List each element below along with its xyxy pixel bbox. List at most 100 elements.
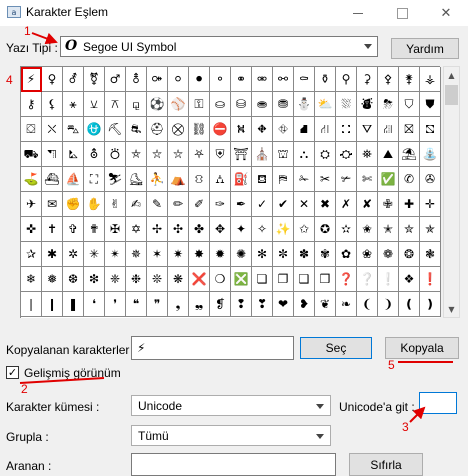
character-cell[interactable]: ❌: [189, 267, 210, 292]
character-cell[interactable]: ❂: [399, 242, 420, 267]
character-cell[interactable]: ❩: [378, 292, 399, 317]
character-cell[interactable]: ✴: [105, 242, 126, 267]
character-cell[interactable]: ⛅: [315, 92, 336, 117]
character-cell[interactable]: ❚: [63, 292, 84, 317]
character-cell[interactable]: ✦: [231, 217, 252, 242]
character-cell[interactable]: ✡: [126, 217, 147, 242]
character-cell[interactable]: ⚼: [126, 92, 147, 117]
character-cell[interactable]: ⛌: [42, 117, 63, 142]
character-cell[interactable]: ⛓: [189, 117, 210, 142]
close-button[interactable]: ✕: [424, 0, 468, 26]
character-cell[interactable]: ✌: [105, 192, 126, 217]
character-cell[interactable]: ✰: [21, 242, 42, 267]
character-cell[interactable]: ✐: [189, 192, 210, 217]
character-cell[interactable]: ⚺: [84, 92, 105, 117]
character-cell[interactable]: ✒: [231, 192, 252, 217]
character-cell[interactable]: ✥: [210, 217, 231, 242]
character-cell[interactable]: ⛴: [42, 167, 63, 192]
character-cell[interactable]: ⛣: [105, 142, 126, 167]
character-cell[interactable]: ✠: [105, 217, 126, 242]
character-cell[interactable]: ✲: [63, 242, 84, 267]
character-cell[interactable]: ❦: [315, 292, 336, 317]
minimize-button[interactable]: [336, 0, 380, 26]
character-cell[interactable]: ❟: [168, 292, 189, 317]
character-cell[interactable]: ✽: [294, 242, 315, 267]
character-cell[interactable]: ⛗: [273, 117, 294, 142]
character-cell[interactable]: ✂: [315, 167, 336, 192]
character-cell[interactable]: ✩: [294, 217, 315, 242]
character-cell[interactable]: ⛩: [231, 142, 252, 167]
character-cell-selected[interactable]: ⚡: [21, 67, 42, 92]
character-cell[interactable]: ⛔: [210, 117, 231, 142]
character-cell[interactable]: ⛦: [168, 142, 189, 167]
character-cell[interactable]: ✼: [273, 242, 294, 267]
character-cell[interactable]: ⛢: [84, 142, 105, 167]
character-cell[interactable]: ❐: [273, 267, 294, 292]
character-cell[interactable]: ✆: [399, 167, 420, 192]
character-cell[interactable]: ✚: [399, 192, 420, 217]
character-cell[interactable]: ✗: [336, 192, 357, 217]
character-cell[interactable]: ✓: [252, 192, 273, 217]
character-cell[interactable]: ⛎: [84, 117, 105, 142]
character-cell[interactable]: ⛁: [231, 92, 252, 117]
character-cell[interactable]: ❔: [357, 267, 378, 292]
character-cell[interactable]: ⛻: [189, 167, 210, 192]
character-cell[interactable]: ♂: [105, 67, 126, 92]
character-cell[interactable]: ⚬: [210, 67, 231, 92]
grid-scrollbar[interactable]: ▲ ▼: [443, 66, 460, 318]
character-cell[interactable]: ⚲: [336, 67, 357, 92]
character-cell[interactable]: ❒: [315, 267, 336, 292]
character-cell[interactable]: ⛲: [420, 142, 441, 167]
advanced-view-label[interactable]: Gelişmiş görünüm: [24, 366, 121, 380]
character-cell[interactable]: ⚫: [189, 67, 210, 92]
reset-button[interactable]: Sıfırla: [349, 453, 423, 476]
goto-unicode-input[interactable]: [419, 392, 457, 414]
character-cell[interactable]: ⛬: [294, 142, 315, 167]
character-cell[interactable]: ✎: [147, 192, 168, 217]
scroll-down-arrow-icon[interactable]: ▼: [444, 301, 459, 317]
character-cell[interactable]: ✜: [21, 217, 42, 242]
character-grid[interactable]: ⚡ ♀ ⚦ ⚧ ♂ ⚨ ⚩ ⚪ ⚫ ⚬ ⚭ ⚮ ⚯ ⚰ ⚱ ⚲ ⚳ ⚴ ⚵ ⚶ ⚷ ⚸ ⚹ ⚺ ⚻ ⚼ ⚽ ⚾ ⚿ ⛀ ⛁ ⛂ ⛃ ⛄ ⛅ ⛆ ⛇ ⛈ ⛉ ⛊…: [20, 66, 441, 318]
character-cell[interactable]: ✣: [168, 217, 189, 242]
character-cell[interactable]: ✁: [294, 167, 315, 192]
character-cell[interactable]: ⛮: [336, 142, 357, 167]
character-cell[interactable]: ❢: [231, 292, 252, 317]
character-cell[interactable]: ⛒: [168, 117, 189, 142]
character-cell[interactable]: ✬: [357, 217, 378, 242]
character-cell[interactable]: ✪: [315, 217, 336, 242]
character-cell[interactable]: ✅: [378, 167, 399, 192]
character-cell[interactable]: ⛨: [210, 142, 231, 167]
character-cell[interactable]: ✱: [42, 242, 63, 267]
character-cell[interactable]: ⛼: [210, 167, 231, 192]
copy-characters-input[interactable]: ⚡: [131, 336, 294, 360]
character-cell[interactable]: ⚵: [399, 67, 420, 92]
character-cell[interactable]: ⛙: [315, 117, 336, 142]
character-cell[interactable]: ✋: [84, 192, 105, 217]
character-cell[interactable]: ❖: [399, 267, 420, 292]
character-cell[interactable]: ❃: [420, 242, 441, 267]
character-cell[interactable]: ⛪: [252, 142, 273, 167]
character-cell[interactable]: ♀: [42, 67, 63, 92]
character-cell[interactable]: ✇: [420, 167, 441, 192]
character-cell[interactable]: ⛥: [147, 142, 168, 167]
character-cell[interactable]: ⚴: [378, 67, 399, 92]
character-cell[interactable]: ✺: [231, 242, 252, 267]
character-cell[interactable]: ❡: [210, 292, 231, 317]
character-cell[interactable]: ⚩: [147, 67, 168, 92]
character-cell[interactable]: ⛸: [126, 167, 147, 192]
character-cell[interactable]: ✹: [210, 242, 231, 267]
character-cell[interactable]: ⛋: [21, 117, 42, 142]
character-cell[interactable]: ❁: [378, 242, 399, 267]
character-cell[interactable]: ✭: [378, 217, 399, 242]
character-cell[interactable]: ✍: [126, 192, 147, 217]
character-cell[interactable]: ✾: [315, 242, 336, 267]
character-cell[interactable]: ⛑: [147, 117, 168, 142]
character-cell[interactable]: ⚹: [63, 92, 84, 117]
character-cell[interactable]: ⛯: [357, 142, 378, 167]
character-cell[interactable]: ⛀: [210, 92, 231, 117]
help-button[interactable]: Yardım: [391, 38, 459, 59]
character-cell[interactable]: ✵: [126, 242, 147, 267]
character-cell[interactable]: ✷: [168, 242, 189, 267]
character-cell[interactable]: ❥: [294, 292, 315, 317]
character-cell[interactable]: ⛏: [105, 117, 126, 142]
